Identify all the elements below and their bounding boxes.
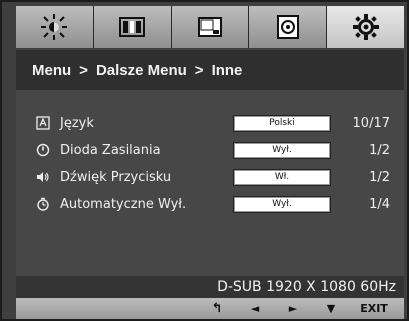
setting-row-language[interactable]: Język Polski 10/17 — [16, 112, 404, 134]
breadcrumb: Menu > Dalsze Menu > Inne — [16, 50, 404, 90]
left-key-icon[interactable]: ◄ — [240, 298, 270, 319]
tab-disc[interactable] — [249, 6, 328, 48]
tab-brightness[interactable] — [16, 6, 94, 48]
setting-label: Automatyczne Wył. — [60, 196, 187, 212]
timer-icon — [36, 197, 50, 211]
setting-count: 1/2 — [369, 142, 390, 158]
down-key-icon[interactable]: ▼ — [316, 298, 346, 319]
setting-label: Język — [60, 115, 94, 131]
setting-value[interactable]: Polski — [234, 115, 330, 131]
settings-gear-icon — [352, 14, 379, 40]
breadcrumb-menu: Menu — [32, 61, 72, 79]
speaker-icon — [36, 170, 50, 184]
setting-label: Dioda Zasilania — [60, 142, 161, 158]
right-key-icon[interactable]: ► — [278, 298, 308, 319]
setting-value[interactable]: Wł. — [234, 169, 330, 185]
picture-icon — [197, 17, 222, 37]
tab-settings[interactable] — [327, 6, 404, 48]
setting-value[interactable]: Wył. — [234, 196, 330, 212]
breadcrumb-separator: > — [194, 61, 204, 79]
monitor-osd: Menu > Dalsze Menu > Inne Język Polski 1… — [0, 0, 409, 321]
exit-button[interactable]: EXIT — [352, 298, 396, 319]
tab-picture[interactable] — [171, 6, 250, 48]
disc-icon — [276, 15, 299, 39]
breadcrumb-more-menu: Dalsze Menu — [95, 61, 187, 79]
power-led-icon — [36, 143, 50, 157]
breadcrumb-separator: > — [79, 61, 88, 79]
setting-count: 10/17 — [352, 115, 390, 131]
setting-count: 1/2 — [369, 169, 390, 185]
back-key-icon[interactable]: ↰ — [202, 298, 232, 319]
color-bars-icon — [119, 17, 146, 37]
setting-row-power-led[interactable]: Dioda Zasilania Wył. 1/2 — [16, 139, 404, 161]
tab-color[interactable] — [93, 6, 172, 48]
setting-value[interactable]: Wył. — [234, 142, 330, 158]
breadcrumb-other: Inne — [211, 61, 243, 79]
key-guide-bar: ↰ ◄ ► ▼ EXIT — [16, 298, 404, 319]
tab-bar — [16, 6, 404, 48]
language-icon — [36, 116, 50, 130]
resolution-status: D-SUB 1920 X 1080 60Hz — [16, 276, 404, 298]
setting-count: 1/4 — [369, 196, 390, 212]
setting-label: Dźwięk Przycisku — [60, 169, 172, 185]
brightness-icon — [41, 14, 68, 40]
settings-list: Język Polski 10/17 Dioda Zasilania Wył. … — [16, 90, 404, 276]
setting-row-auto-off[interactable]: Automatyczne Wył. Wył. 1/4 — [16, 193, 404, 215]
setting-row-key-sound[interactable]: Dźwięk Przycisku Wł. 1/2 — [16, 166, 404, 188]
